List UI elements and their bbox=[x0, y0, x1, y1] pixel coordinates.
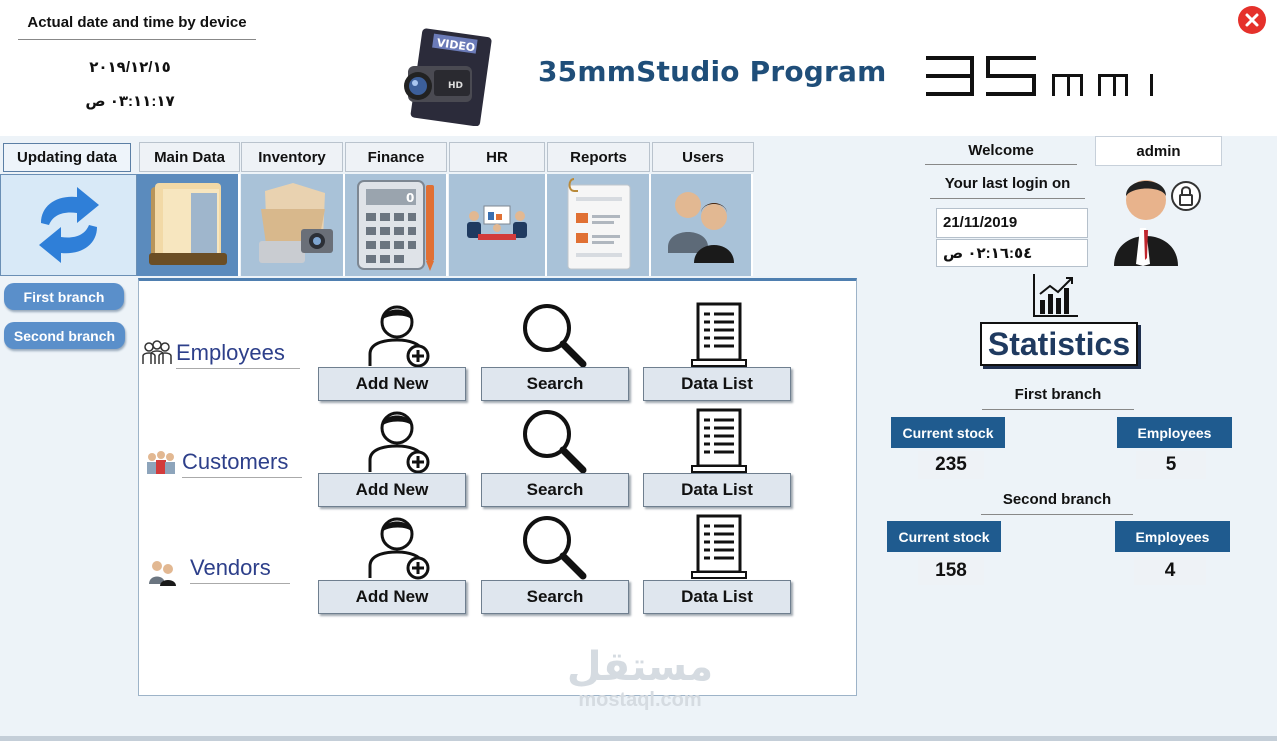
tab-reports[interactable]: Reports bbox=[547, 142, 650, 172]
meeting-icon bbox=[467, 205, 527, 240]
customers-data-list-button[interactable]: Data List bbox=[643, 473, 791, 507]
tile-users[interactable] bbox=[651, 174, 753, 276]
second-branch-stock-value: 158 bbox=[918, 557, 984, 585]
stats-second-branch-heading: Second branch bbox=[981, 491, 1133, 515]
first-branch-employees-value: 5 bbox=[1136, 451, 1206, 479]
data-list-icon bbox=[691, 514, 747, 579]
username-display: admin bbox=[1095, 136, 1222, 166]
employees-data-list-button[interactable]: Data List bbox=[643, 367, 791, 401]
vendors-icon bbox=[149, 561, 176, 586]
tab-inventory[interactable]: Inventory bbox=[241, 142, 343, 172]
app-title: 35mmStudio Program bbox=[538, 55, 887, 88]
inventory-icon bbox=[259, 183, 333, 263]
device-time: ٠٣:١١:١٧ ص bbox=[85, 93, 175, 110]
close-button[interactable] bbox=[1238, 6, 1266, 34]
users-icon bbox=[668, 192, 734, 263]
svg-text:HD: HD bbox=[448, 81, 463, 91]
second-branch-employees-value: 4 bbox=[1134, 557, 1206, 585]
statistics-title: Statistics bbox=[980, 322, 1138, 366]
data-list-icon bbox=[691, 302, 747, 367]
updating-data-label: Updating data bbox=[3, 143, 131, 172]
first-branch-employees-label: Employees bbox=[1117, 417, 1232, 448]
tile-hr[interactable] bbox=[449, 174, 547, 276]
second-branch-button[interactable]: Second branch bbox=[4, 322, 125, 349]
video-camera-logo: VIDEO HD bbox=[404, 28, 492, 126]
date-time-label: Actual date and time by device bbox=[18, 14, 256, 40]
customers-search-button[interactable]: Search bbox=[481, 473, 629, 507]
search-icon bbox=[523, 516, 587, 580]
second-branch-stock-label: Current stock bbox=[887, 521, 1001, 552]
refresh-button[interactable] bbox=[0, 174, 137, 276]
first-branch-stock-label: Current stock bbox=[891, 417, 1005, 448]
customers-icon bbox=[147, 451, 175, 474]
data-list-icon bbox=[691, 408, 747, 473]
employees-label: Employees bbox=[176, 340, 300, 369]
last-login-time: ٠٢:١٦:٥٤ ص bbox=[936, 239, 1088, 267]
first-branch-button[interactable]: First branch bbox=[4, 283, 124, 310]
first-branch-stock-value: 235 bbox=[918, 451, 984, 479]
refresh-icon bbox=[38, 187, 99, 263]
tab-hr[interactable]: HR bbox=[449, 142, 545, 172]
stats-first-branch-heading: First branch bbox=[982, 386, 1134, 410]
folder-icon bbox=[148, 183, 227, 265]
report-icon bbox=[567, 178, 631, 270]
search-icon bbox=[523, 304, 587, 368]
add-user-icon bbox=[368, 305, 430, 368]
35mm-brand-logo: 35mm bbox=[926, 56, 1153, 96]
statistics-chart-icon bbox=[1033, 274, 1078, 317]
vendors-data-list-button[interactable]: Data List bbox=[643, 580, 791, 614]
tab-main-data[interactable]: Main Data bbox=[139, 142, 240, 172]
calculator-icon: 0 bbox=[356, 180, 434, 271]
customers-add-new-button[interactable]: Add New bbox=[318, 473, 466, 507]
welcome-label: Welcome bbox=[925, 139, 1077, 165]
add-user-icon bbox=[368, 517, 430, 580]
close-icon bbox=[1245, 13, 1259, 27]
tile-finance[interactable]: 0 bbox=[345, 174, 448, 276]
user-avatar-icon[interactable] bbox=[1112, 166, 1208, 268]
tab-finance[interactable]: Finance bbox=[345, 142, 447, 172]
watermark-arabic: مستقل bbox=[566, 644, 714, 690]
last-login-date: 21/11/2019 bbox=[936, 208, 1088, 238]
search-icon bbox=[523, 410, 587, 474]
employees-search-button[interactable]: Search bbox=[481, 367, 629, 401]
employees-add-new-button[interactable]: Add New bbox=[318, 367, 466, 401]
tile-main-data[interactable] bbox=[137, 174, 240, 276]
tile-reports[interactable] bbox=[547, 174, 651, 276]
watermark: مستقل mostaql.com bbox=[560, 645, 720, 712]
employees-icon bbox=[142, 340, 172, 364]
vendors-label: Vendors bbox=[190, 555, 290, 584]
tile-inventory[interactable] bbox=[241, 174, 345, 276]
add-user-icon bbox=[368, 411, 430, 474]
last-login-label: Your last login on bbox=[930, 175, 1085, 199]
vendors-add-new-button[interactable]: Add New bbox=[318, 580, 466, 614]
customers-label: Customers bbox=[182, 449, 302, 478]
svg-text:0: 0 bbox=[406, 191, 414, 205]
device-date: ٢٠١٩/١٢/١٥ bbox=[89, 59, 171, 76]
vendors-search-button[interactable]: Search bbox=[481, 580, 629, 614]
tab-users[interactable]: Users bbox=[652, 142, 754, 172]
bottom-tab-strip bbox=[0, 736, 1277, 741]
watermark-url: mostaql.com bbox=[578, 689, 702, 711]
second-branch-employees-label: Employees bbox=[1115, 521, 1230, 552]
